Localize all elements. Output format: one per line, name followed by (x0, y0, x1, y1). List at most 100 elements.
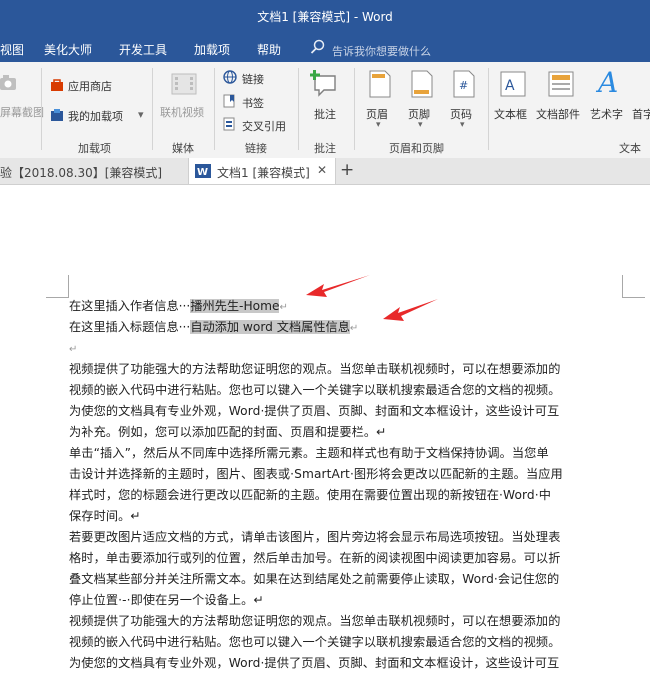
body-line: 停止位置·-·即使在另一个设备上。↵ (69, 593, 264, 607)
header-button[interactable]: 页眉 ▾ (362, 70, 398, 132)
menu-bar: 视图 美化大师 开发工具 加载项 帮助 告诉我你想要做什么 (0, 33, 650, 62)
crop-mark-top-right (622, 275, 645, 298)
menu-help[interactable]: 帮助 (257, 41, 281, 58)
body-line: 为使您的文档具有专业外观，Word·提供了页眉、页脚、封面和文本框设计，这些设计… (69, 404, 560, 418)
comment-icon (310, 70, 336, 97)
doc-parts-icon (548, 71, 574, 97)
store-icon (51, 79, 63, 91)
text-box-button[interactable]: A 文本框 (494, 70, 532, 132)
chevron-down-icon: ▾ (418, 120, 423, 130)
new-comment-button[interactable]: 批注 (306, 70, 346, 130)
dropcap-button[interactable]: 首字 (632, 70, 650, 132)
body-line: 视频提供了功能强大的方法帮助您证明您的观点。当您单击联机视频时，可以在想要添加的 (69, 362, 561, 376)
footer-icon (411, 70, 433, 98)
window-title: 文档1 [兼容模式] - Word (257, 10, 393, 24)
menu-addins[interactable]: 加载项 (194, 41, 230, 58)
body-line: 格时，单击要添加行或列的位置，然后单击加号。在新的阅读视图中阅读更加容易。可以折 (69, 551, 561, 565)
addins-group-label: 加载项 (78, 142, 111, 155)
crop-mark-top-left (46, 275, 69, 298)
group-separator (354, 68, 355, 150)
empty-paragraph: ↵ (69, 338, 625, 359)
author-label: 在这里插入作者信息··· (69, 299, 191, 313)
title-field[interactable]: 自动添加 word 文档属性信息 (190, 320, 350, 334)
body-line: 视频的嵌入代码中进行粘贴。您也可以键入一个关键字以联机搜索最适合您的文档的视频。 (69, 635, 561, 649)
group-separator (488, 68, 489, 150)
tab-active-doc[interactable]: W 文档1 [兼容模式] ✕ (188, 158, 336, 184)
tell-me-search[interactable]: 告诉我你想要做什么 (310, 39, 480, 58)
header-icon (369, 70, 391, 98)
cross-reference-label: 交叉引用 (242, 120, 286, 133)
menu-view[interactable]: 视图 (0, 41, 24, 58)
group-separator (152, 68, 153, 150)
film-icon (171, 73, 197, 95)
body-line: 叠文档某些部分并关注所需文本。如果在达到结尾处之前需要停止读取，Word·会记住… (69, 572, 560, 586)
link-label: 链接 (242, 73, 264, 86)
word-icon: W (195, 164, 211, 178)
text-box-label: 文本框 (494, 108, 527, 121)
doc-parts-button[interactable]: 文档部件 (536, 70, 586, 132)
chevron-down-icon[interactable]: ▾ (138, 108, 144, 121)
body-line: 视频提供了功能强大的方法帮助您证明您的观点。当您单击联机视频时，可以在想要添加的 (69, 614, 561, 628)
header-footer-group-label: 页眉和页脚 (389, 142, 444, 155)
body-line: 为补充。例如，您可以添加匹配的封面、页眉和提要栏。↵ (69, 425, 387, 439)
paragraph-mark: ↵ (349, 323, 359, 334)
links-group-label: 链接 (245, 142, 267, 155)
menu-developer[interactable]: 开发工具 (119, 41, 167, 58)
menu-beautify[interactable]: 美化大师 (44, 41, 92, 58)
dropcap-label: 首字 (632, 108, 650, 121)
body-line: 若要更改图片适应文档的方式，请单击该图片，图片旁边将会显示布局选项按钮。当处理表 (69, 530, 561, 544)
svg-text:W: W (197, 167, 208, 178)
text-group-label: 文本 (619, 142, 641, 155)
online-video-button[interactable]: 联机视频 (160, 72, 208, 132)
annotation-arrow (383, 299, 438, 321)
doc-parts-label: 文档部件 (536, 108, 580, 121)
add-tab-icon[interactable]: + (340, 160, 354, 180)
ribbon: 屏幕截图 应用商店 我的加载项 ▾ 加载项 联机视频 媒体 链接 书签 交叉引用… (0, 62, 650, 159)
title-bar: 文档1 [兼容模式] - Word (0, 0, 650, 33)
document-page[interactable]: 在这里插入作者信息···播州先生-Home↵ 在这里插入标题信息···自动添加 … (0, 185, 650, 670)
tab-active-label: 文档1 [兼容模式] (217, 166, 310, 180)
search-placeholder: 告诉我你想要做什么 (332, 45, 431, 58)
body-line: 击设计并选择新的主题时，图片、图表或·SmartArt·图形将会更改以匹配新的主… (69, 467, 563, 481)
body-line: 样式时，您的标题会进行更改以匹配新的主题。使用在需要位置出现的新按钮在·Word… (69, 488, 552, 502)
svg-text:A: A (505, 78, 515, 94)
group-separator (214, 68, 215, 150)
camera-icon (0, 75, 16, 90)
annotation-arrow (306, 275, 370, 297)
online-video-label: 联机视频 (160, 106, 204, 119)
page-number-icon: # (453, 70, 475, 98)
page-number-button[interactable]: # 页码 ▾ (446, 70, 482, 132)
wordart-icon: A (598, 66, 619, 99)
addins-icon (51, 109, 63, 121)
link-icon (223, 70, 237, 84)
document-body[interactable]: 在这里插入作者信息···播州先生-Home↵ 在这里插入标题信息···自动添加 … (69, 296, 625, 674)
wordart-button[interactable]: A 艺术字 (590, 66, 630, 132)
document-tab-strip: 验【2018.08.30】[兼容模式] W 文档1 [兼容模式] ✕ + (0, 158, 650, 185)
footer-button[interactable]: 页脚 ▾ (404, 70, 440, 132)
wordart-label: 艺术字 (590, 108, 623, 121)
bookmark-icon (223, 94, 235, 108)
screenshot-label: 屏幕截图 (0, 106, 44, 119)
tab-previous-label: 验【2018.08.30】[兼容模式] (0, 166, 163, 180)
title-line: 在这里插入标题信息···自动添加 word 文档属性信息↵ (69, 317, 625, 338)
body-line: 保存时间。↵ (69, 509, 141, 523)
paragraph-mark: ↵ (279, 302, 288, 313)
svg-text:#: # (459, 79, 468, 92)
group-separator (298, 68, 299, 150)
paragraph-mark: ↵ (69, 344, 78, 355)
bookmark-label: 书签 (242, 97, 264, 110)
chevron-down-icon: ▾ (460, 120, 465, 130)
body-line: 视频的嵌入代码中进行粘贴。您也可以键入一个关键字以联机搜索最适合您的文档的视频。 (69, 383, 561, 397)
close-icon[interactable]: ✕ (317, 163, 327, 177)
body-line: 单击“插入”，然后从不同库中选择所需元素。主题和样式也有助于文档保持协调。当您单 (69, 446, 549, 460)
chevron-down-icon: ▾ (376, 120, 381, 130)
media-group-label: 媒体 (172, 142, 194, 155)
cross-reference-icon (223, 117, 235, 131)
tab-previous-doc[interactable]: 验【2018.08.30】[兼容模式] (0, 158, 186, 184)
search-icon (310, 39, 325, 54)
screenshot-button[interactable]: 屏幕截图 (0, 72, 44, 122)
author-field[interactable]: 播州先生-Home (190, 299, 280, 313)
text-box-icon: A (500, 71, 526, 97)
comment-group-label: 批注 (314, 142, 336, 155)
group-separator (41, 68, 42, 150)
